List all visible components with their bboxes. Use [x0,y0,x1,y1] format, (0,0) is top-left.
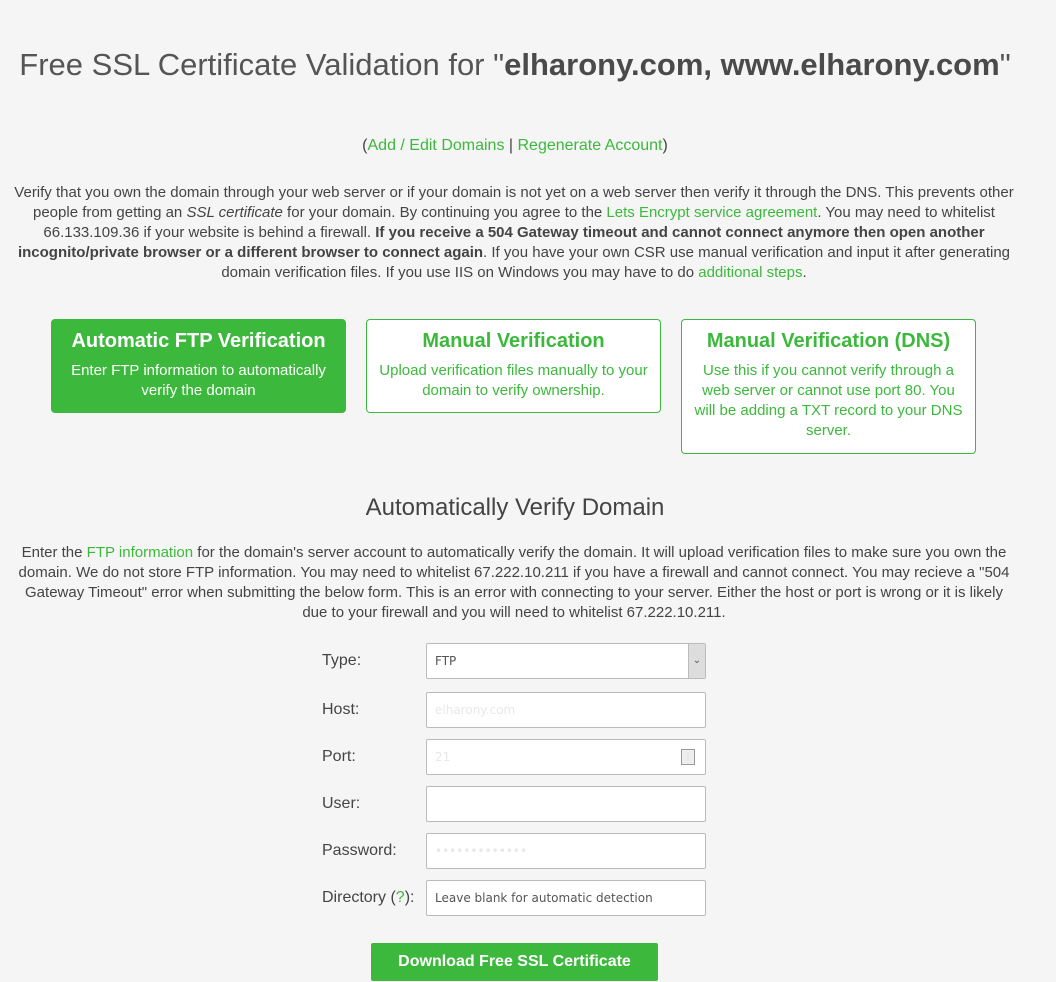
chevron-down-icon: ⌄ [688,644,705,678]
intro-text: Verify that you own the domain through y… [14,184,1014,281]
spinner-icon[interactable]: ▲ ▼ [681,749,695,765]
add-edit-domains-link[interactable]: Add / Edit Domains [368,137,505,154]
additional-steps-link[interactable]: additional steps [698,264,802,281]
page-title: Free SSL Certificate Validation for "elh… [19,47,1011,82]
port-input[interactable]: 21 ▲ ▼ [426,739,706,775]
ftp-info-link[interactable]: FTP information [87,544,193,561]
automatic-ftp-card[interactable]: Automatic FTP Verification Enter FTP info… [51,319,346,413]
manual-verification-card[interactable]: Manual Verification Upload verification f… [366,319,661,413]
domain-links: (Add / Edit Domains | Regenerate Account… [362,137,668,154]
manual-dns-card[interactable]: Manual Verification (DNS) Use this if you… [681,319,976,454]
user-input[interactable] [426,786,706,822]
service-agreement-link[interactable]: Lets Encrypt service agreement [606,204,817,221]
type-select[interactable]: FTP ⌄ [426,643,706,679]
regenerate-account-link[interactable]: Regenerate Account [518,137,663,154]
directory-help-link[interactable]: ? [396,889,405,906]
password-input[interactable]: ••••••••••••• [426,833,706,869]
host-input[interactable]: elharony.com [426,692,706,728]
section-description: Enter the FTP information for the domain… [18,544,1010,621]
download-certificate-button[interactable]: Download Free SSL Certificate [371,943,658,981]
directory-input[interactable]: Leave blank for automatic detection [426,880,706,916]
section-heading: Automatically Verify Domain [365,494,665,521]
